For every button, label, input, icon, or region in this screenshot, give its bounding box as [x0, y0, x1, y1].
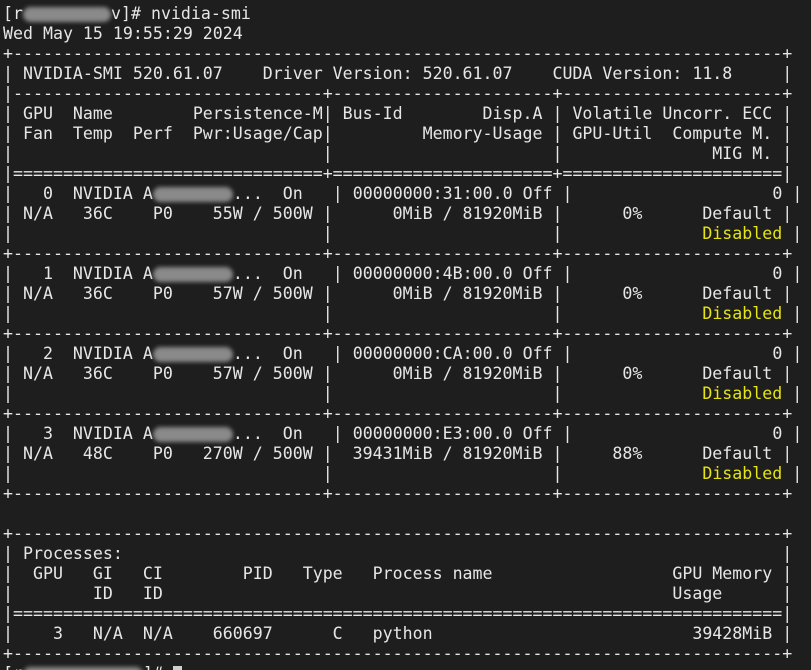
gpu-0-row-3-suffix: |: [782, 224, 803, 243]
redacted-model-name: [152, 427, 233, 442]
gpu-1-id-name: | 1 NVIDIA A: [3, 264, 153, 283]
processes-title: | Processes: |: [3, 544, 793, 563]
redacted-model-name: [152, 347, 233, 362]
gpu-2-row-3-prefix: | | |: [3, 384, 703, 403]
column-header-line-1: | GPU Name Persistence-M| Bus-Id Disp.A …: [3, 104, 793, 123]
processes-top-border: +---------------------------------------…: [3, 524, 793, 543]
gpu-table-bottom-border: +-------------------------------+-------…: [3, 484, 793, 503]
gpu-3-row-3-suffix: |: [782, 464, 803, 483]
process-row: | 3 N/A N/A 660697 C python 39428MiB |: [3, 624, 793, 643]
prompt-line: [r v]# nvidia-smi: [3, 4, 251, 24]
gpu-3-id-name: | 3 NVIDIA A: [3, 424, 153, 443]
command-text: nvidia-smi: [150, 4, 251, 23]
gpu-1-bus-info: ... On | 00000000:4B:00.0 Off | 0 |: [232, 264, 803, 283]
gpu-2-id-name: | 2 NVIDIA A: [3, 344, 153, 363]
text-cursor[interactable]: [172, 666, 182, 670]
processes-column-header-2: | ID ID Usage |: [3, 584, 793, 603]
gpu-2-row-1: | 2 NVIDIA A ... On | 00000000:CA:00.0 Of…: [3, 344, 802, 364]
gpu-2-row-3-suffix: |: [782, 384, 803, 403]
processes-double-rule: |=======================================…: [3, 604, 793, 623]
gpu-1-mig-status: Disabled: [702, 304, 783, 323]
gpu-2-bus-info: ... On | 00000000:CA:00.0 Off | 0 |: [232, 344, 803, 363]
redacted-hostname: [22, 7, 111, 22]
final-prompt-open: [r: [3, 664, 23, 670]
column-header-line-3: | | | MIG M. |: [3, 144, 793, 163]
header-divider: |-------------------------------+-------…: [3, 84, 793, 103]
date-line: Wed May 15 19:55:29 2024: [3, 24, 243, 43]
processes-bottom-border: +---------------------------------------…: [3, 644, 793, 663]
redacted-model-name: [152, 187, 233, 202]
gpu-separator: +-------------------------------+-------…: [3, 404, 793, 423]
gpu-1-row-3-prefix: | | |: [3, 304, 703, 323]
gpu-3-row-3: | | | Disabled |: [3, 464, 802, 484]
gpu-0-row-3: | | | Disabled |: [3, 224, 802, 244]
gpu-1-row-3: | | | Disabled |: [3, 304, 802, 324]
gpu-1-row-1: | 1 NVIDIA A ... On | 00000000:4B:00.0 Of…: [3, 264, 802, 284]
gpu-2-row-2: | N/A 36C P0 57W / 500W | 0MiB / 81920Mi…: [3, 364, 793, 383]
prompt-open: [r: [3, 4, 23, 23]
gpu-separator: +-------------------------------+-------…: [3, 244, 793, 263]
gpu-0-mig-status: Disabled: [702, 224, 783, 243]
gpu-3-row-2: | N/A 48C P0 270W / 500W | 39431MiB / 81…: [3, 444, 793, 463]
gpu-2-mig-status: Disabled: [702, 384, 783, 403]
header-double-rule: |===============================+=======…: [3, 164, 793, 183]
gpu-3-row-1: | 3 NVIDIA A ... On | 00000000:E3:00.0 Of…: [3, 424, 802, 444]
column-header-line-2: | Fan Temp Perf Pwr:Usage/Cap| Memory-Us…: [3, 124, 793, 143]
gpu-1-row-2: | N/A 36C P0 57W / 500W | 0MiB / 81920Mi…: [3, 284, 793, 303]
gpu-3-mig-status: Disabled: [702, 464, 783, 483]
gpu-3-row-3-prefix: | | |: [3, 464, 703, 483]
gpu-0-row-3-prefix: | | |: [3, 224, 703, 243]
gpu-0-id-name: | 0 NVIDIA A: [3, 184, 153, 203]
gpu-2-row-3: | | | Disabled |: [3, 384, 802, 404]
gpu-0-bus-info: ... On | 00000000:31:00.0 Off | 0 |: [232, 184, 803, 203]
gpu-1-row-3-suffix: |: [782, 304, 803, 323]
gpu-0-row-2: | N/A 36C P0 55W / 500W | 0MiB / 81920Mi…: [3, 204, 793, 223]
header-top-border: +---------------------------------------…: [3, 44, 793, 63]
gpu-0-row-1: | 0 NVIDIA A ... On | 00000000:31:00.0 Of…: [3, 184, 802, 204]
redacted-model-name: [152, 267, 233, 282]
terminal-window[interactable]: [r v]# nvidia-smi Wed May 15 19:55:29 202…: [0, 0, 811, 670]
final-prompt-tail: ]#: [143, 664, 173, 670]
final-prompt-line[interactable]: [r ]#: [3, 664, 182, 670]
prompt-close: v]#: [110, 4, 151, 23]
processes-column-header-1: | GPU GI CI PID Type Process name GPU Me…: [3, 564, 793, 583]
version-line: | NVIDIA-SMI 520.61.07 Driver Version: 5…: [3, 64, 793, 83]
gpu-3-bus-info: ... On | 00000000:E3:00.0 Off | 0 |: [232, 424, 803, 443]
gpu-separator: +-------------------------------+-------…: [3, 324, 793, 343]
